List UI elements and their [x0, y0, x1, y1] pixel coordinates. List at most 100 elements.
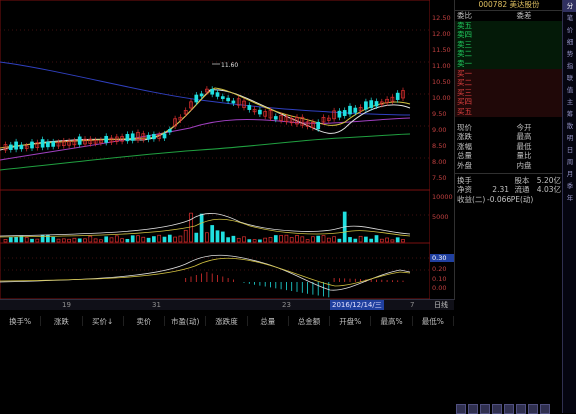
stat-label: 内盘 — [516, 160, 532, 170]
column-header-cell[interactable]: 卖价 — [124, 316, 166, 326]
volume-bar — [268, 237, 273, 243]
kline-chart-svg[interactable]: 11.60 — [0, 0, 430, 300]
bottom-toolbar — [454, 404, 564, 414]
stat-label: 涨幅 — [457, 141, 472, 151]
candle-body — [342, 110, 347, 116]
sell-row-5[interactable]: 卖五 — [455, 20, 563, 31]
sell-row-2[interactable]: 卖二 — [455, 49, 563, 59]
buy-row-5[interactable]: 买五 — [455, 106, 563, 117]
side-tab[interactable]: 季 — [563, 180, 576, 192]
sell-row-4[interactable]: 卖四 — [455, 30, 563, 40]
stat-label: 量比 — [516, 151, 532, 161]
volume-bar — [35, 238, 40, 243]
column-header-cell[interactable]: 涨跌 — [41, 316, 83, 326]
side-tab[interactable]: 细 — [563, 36, 576, 48]
column-header-cell[interactable]: 市盈(动) — [165, 316, 207, 326]
volume-bar — [348, 237, 352, 243]
volume-bar — [326, 237, 331, 243]
buy-label: 买四 — [457, 97, 472, 107]
price-tick: 8.00 — [432, 158, 447, 166]
buy-row-3[interactable]: 买三 — [455, 87, 563, 98]
volume-bar — [215, 230, 220, 243]
column-header-cell[interactable]: 开盘% — [330, 316, 372, 326]
volume-bar — [321, 235, 326, 243]
price-tick: 8.50 — [432, 142, 447, 150]
side-tab[interactable]: 势 — [563, 48, 576, 60]
side-tab[interactable]: 联 — [563, 72, 576, 84]
column-header-cell[interactable]: 涨跌度 — [206, 316, 248, 326]
volume-bar — [189, 212, 193, 243]
volume-bar — [67, 238, 71, 243]
column-header-cell[interactable]: 最高% — [371, 316, 413, 326]
period-label[interactable]: 日线 — [434, 300, 448, 310]
price-tick: 12.50 — [432, 14, 451, 22]
date-axis: 19 31 23 2016/12/14/三 7 日线 — [0, 299, 454, 310]
price-tick: 10.00 — [432, 94, 451, 102]
column-header-cell[interactable]: 最低% — [413, 316, 454, 326]
candle-body — [104, 135, 109, 143]
candle-body — [220, 96, 225, 99]
side-tab[interactable]: 值 — [563, 84, 576, 96]
buy-label: 买三 — [457, 87, 472, 97]
volume-bar — [242, 236, 246, 243]
stat-label: 今开 — [516, 122, 532, 132]
volume-bar — [83, 238, 87, 243]
extra-row: 收益(二) -0.066 PE(动) — [455, 195, 563, 205]
sell-row-1[interactable]: 卖一 — [455, 58, 563, 69]
buy-row-4[interactable]: 买四 — [455, 97, 563, 107]
candle-body — [226, 97, 230, 102]
sell-row-3[interactable]: 卖三 — [455, 39, 563, 50]
side-tab[interactable]: 散 — [563, 120, 576, 132]
candle-body — [395, 92, 400, 100]
float-value: 4.03亿 — [536, 185, 561, 195]
volume-bar — [305, 239, 310, 243]
volume-bar — [358, 235, 363, 243]
buy-label: 买五 — [457, 106, 472, 116]
side-tab[interactable]: 笔 — [563, 12, 576, 24]
side-tab[interactable]: 价 — [563, 24, 576, 36]
macd-axis-3: 0.00 — [432, 284, 447, 292]
side-tab[interactable]: 年 — [563, 192, 576, 204]
side-tab[interactable]: 明 — [563, 132, 576, 144]
volume-bar — [130, 235, 135, 243]
column-header-cell[interactable]: 总金额 — [289, 316, 331, 326]
side-tab[interactable]: 周 — [563, 156, 576, 168]
volume-bar — [395, 237, 400, 243]
volume-bar — [77, 238, 82, 243]
volume-bar — [364, 236, 368, 243]
buy-row-1[interactable]: 买一 — [455, 68, 563, 79]
quote-list[interactable] — [0, 326, 454, 413]
buy-row-2[interactable]: 买二 — [455, 78, 563, 88]
volume-bar — [273, 235, 278, 243]
column-header-cell[interactable]: 买价↓ — [83, 316, 124, 326]
side-tab[interactable]: 分 — [563, 0, 576, 12]
side-tab[interactable]: 日 — [563, 144, 576, 156]
candle-body — [14, 141, 18, 150]
volume-bar — [24, 237, 29, 243]
candle-body — [8, 144, 13, 150]
volume-bar — [295, 235, 299, 243]
volume-bar — [374, 235, 379, 243]
weibi-label: 委比 — [457, 11, 472, 20]
candle-body — [199, 93, 204, 97]
volume-bar — [104, 236, 109, 243]
volume-bar — [178, 235, 183, 243]
candle-body — [167, 129, 172, 133]
date-label: 19 — [62, 301, 71, 309]
candle-body — [369, 100, 374, 108]
column-header-cell[interactable]: 换手% — [0, 316, 42, 326]
chart-area[interactable]: 11.60 — [0, 0, 430, 300]
side-tab[interactable]: 主 — [563, 96, 576, 108]
candle-body — [30, 141, 34, 149]
side-tab[interactable]: 月 — [563, 168, 576, 180]
eps-label: 收益(二) — [457, 194, 486, 204]
side-tab[interactable]: 指 — [563, 60, 576, 72]
price-tick: 10.50 — [432, 78, 451, 86]
stock-header[interactable]: 000782 美达股份 — [455, 0, 563, 11]
candle-body — [46, 141, 50, 148]
volume-bar — [284, 234, 289, 243]
turnover-label: 换手 — [457, 175, 472, 185]
volume-bar — [300, 236, 305, 243]
column-header-cell[interactable]: 总量 — [248, 316, 289, 326]
side-tab[interactable]: 筹 — [563, 108, 576, 120]
